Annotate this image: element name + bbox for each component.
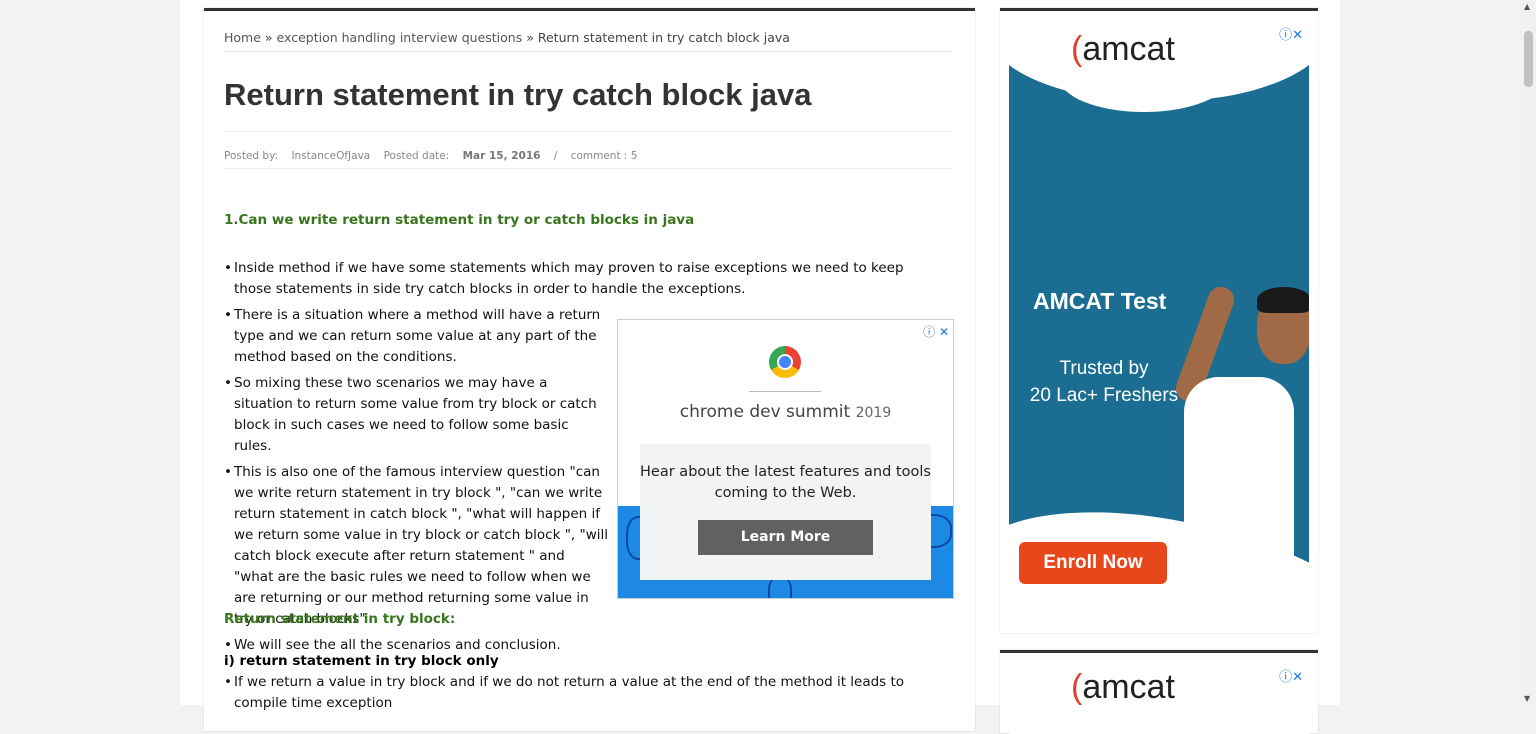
sub-heading: i) return statement in try block only <box>224 653 499 669</box>
enroll-now-button[interactable]: Enroll Now <box>1019 542 1167 584</box>
scroll-thumb[interactable] <box>1524 31 1533 87</box>
ad-tagline: Trusted by 20 Lac+ Freshers <box>1029 358 1179 406</box>
scroll-up-icon[interactable]: ▲ <box>1524 2 1530 11</box>
ad-headline: AMCAT Test <box>1033 288 1167 314</box>
amcat-ad-2[interactable]: (amcat ⓘ✕ <box>1009 664 1309 734</box>
try-list: If we return a value in try block and if… <box>224 672 952 719</box>
post-container: Home » exception handling interview ques… <box>204 8 975 731</box>
comment-count-link[interactable]: comment : 5 <box>571 150 638 162</box>
sidebar-ad-box: (amcat ⓘ✕ AMCAT Test Trusted by 20 Lac+ … <box>1000 8 1318 633</box>
list-item: There is a situation where a method will… <box>224 305 608 368</box>
breadcrumb-category-link[interactable]: exception handling interview questions <box>277 30 523 45</box>
person-image <box>1257 287 1309 313</box>
post-date: Mar 15, 2016 <box>462 150 541 162</box>
posted-date-label: Posted date: <box>383 150 450 162</box>
list-item: Inside method if we have some statements… <box>224 258 904 300</box>
chrome-logo-icon <box>769 346 801 378</box>
author-link[interactable]: InstanceOfJava <box>291 150 370 162</box>
ad-card: Hear about the latest features and tools… <box>640 444 931 580</box>
amcat-logo: (amcat <box>1071 30 1175 68</box>
amcat-ad[interactable]: (amcat ⓘ✕ AMCAT Test Trusted by 20 Lac+ … <box>1009 22 1309 618</box>
ad-info-close-icon[interactable]: ⓘ ✕ <box>923 323 949 340</box>
breadcrumb: Home » exception handling interview ques… <box>224 30 953 52</box>
amcat-logo: (amcat <box>1071 668 1175 706</box>
divider <box>749 391 821 392</box>
list-item: If we return a value in try block and if… <box>224 672 952 714</box>
wrap-list: There is a situation where a method will… <box>224 305 608 661</box>
breadcrumb-home-link[interactable]: Home <box>224 30 261 45</box>
breadcrumb-separator: » <box>264 30 273 45</box>
breadcrumb-current: Return statement in try catch block java <box>537 30 790 45</box>
chrome-dev-summit-ad[interactable]: ⓘ ✕ chrome dev summit 2019 Hear about th… <box>617 319 954 599</box>
question-heading: 1.Can we write return statement in try o… <box>224 212 695 228</box>
ad-info-close-icon[interactable]: ⓘ✕ <box>1279 666 1303 685</box>
list-item: So mixing these two scenarios we may hav… <box>224 373 608 457</box>
sidebar-ad-box-2: (amcat ⓘ✕ <box>1000 650 1318 734</box>
post-meta: Posted by: InstanceOfJava Posted date: M… <box>224 150 953 169</box>
meta-separator: / <box>553 150 558 162</box>
scroll-down-icon[interactable]: ▼ <box>1524 694 1530 703</box>
page-scrollbar[interactable]: ▲ ▼ <box>1521 0 1536 705</box>
learn-more-button[interactable]: Learn More <box>698 520 873 555</box>
ad-text: Hear about the latest features and tools… <box>640 464 931 501</box>
post-title: Return statement in try catch block java <box>224 77 953 132</box>
page-wrapper: Home » exception handling interview ques… <box>180 0 1340 734</box>
intro-list: Inside method if we have some statements… <box>224 258 904 305</box>
section-heading: Return statement in try block: <box>224 611 456 627</box>
list-item: This is also one of the famous interview… <box>224 462 608 630</box>
breadcrumb-separator: » <box>526 30 534 45</box>
posted-by-label: Posted by: <box>224 150 279 162</box>
ad-title: chrome dev summit 2019 <box>679 402 892 422</box>
ad-info-close-icon[interactable]: ⓘ✕ <box>1279 24 1303 43</box>
